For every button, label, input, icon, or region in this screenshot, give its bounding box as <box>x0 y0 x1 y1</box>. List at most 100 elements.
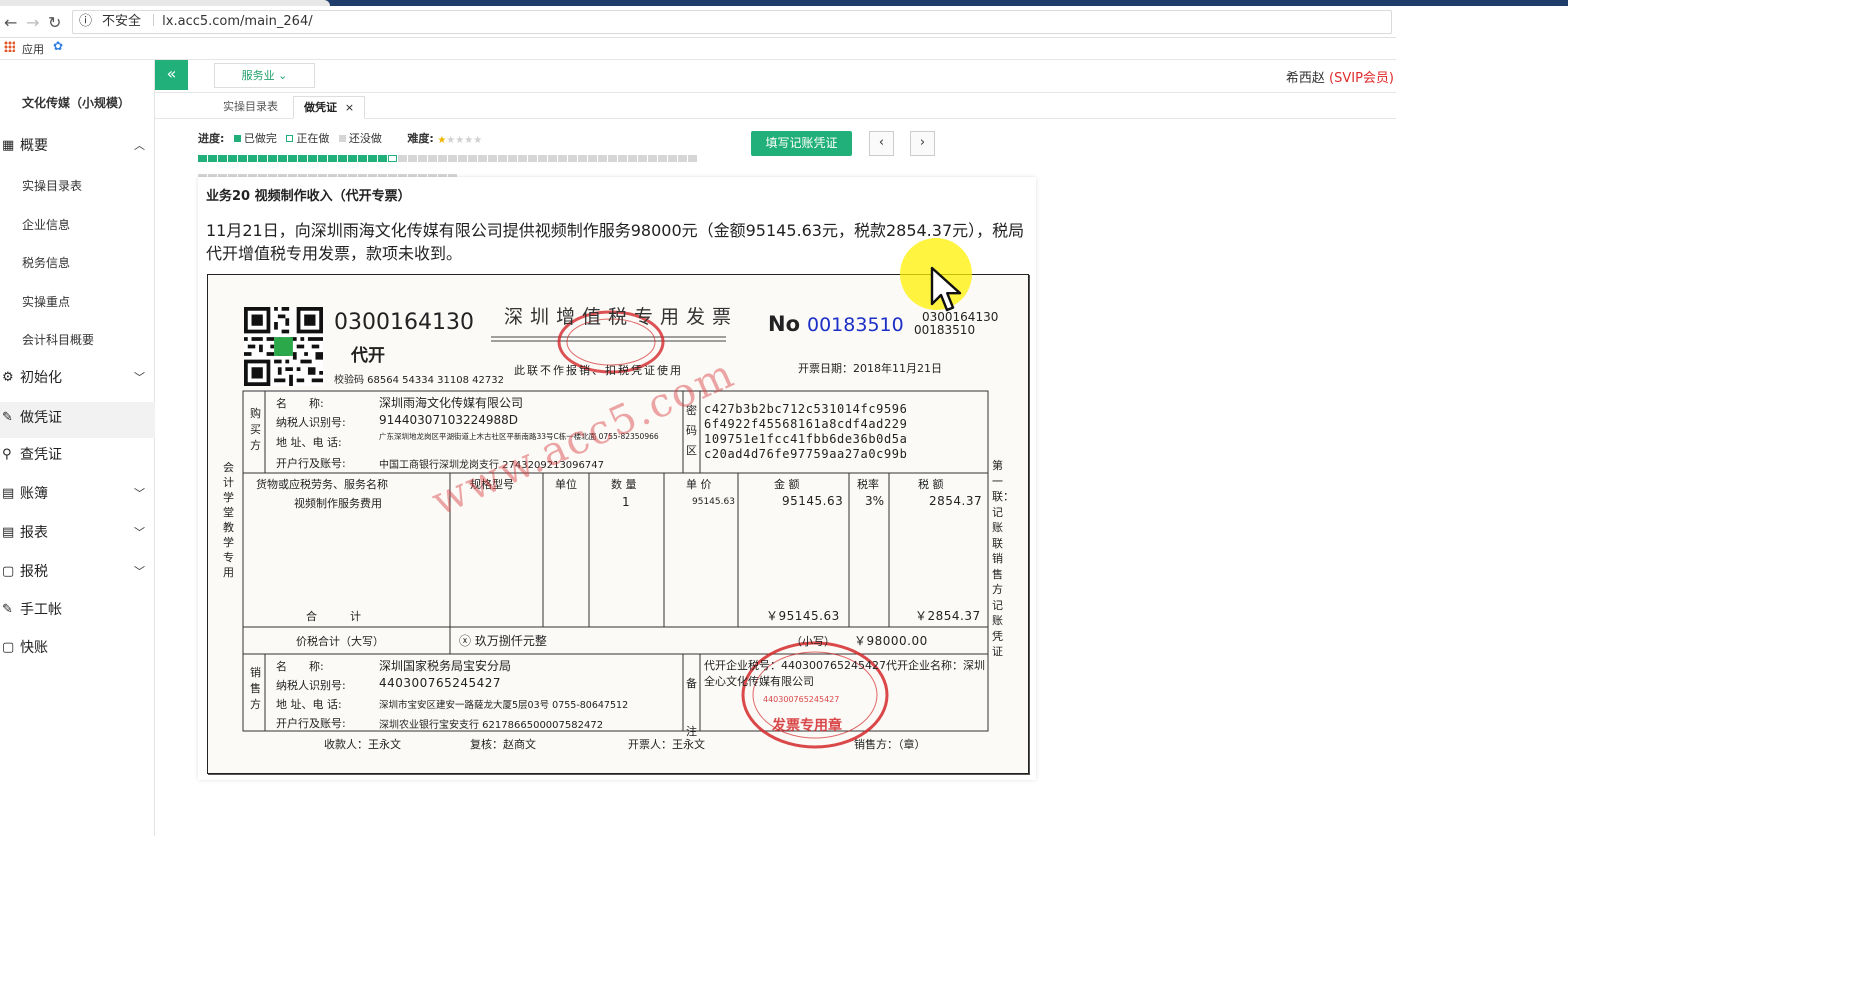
progress-segment[interactable] <box>418 155 427 162</box>
progress-segment[interactable] <box>348 155 357 162</box>
progress-segment[interactable] <box>648 155 657 162</box>
nav-group-reports[interactable]: ▤ 报表 ﹀ <box>0 518 155 548</box>
progress-segment[interactable] <box>488 155 497 162</box>
progress-segment[interactable] <box>658 155 667 162</box>
progress-segment[interactable] <box>678 155 687 162</box>
progress-segment[interactable] <box>498 155 507 162</box>
progress-segment[interactable] <box>198 155 207 162</box>
progress-segment[interactable] <box>308 155 317 162</box>
seller-name-label: 名 称: <box>276 660 324 673</box>
progress-segment[interactable] <box>328 155 337 162</box>
sidebar-item-accounts[interactable]: 会计科目概要 <box>22 331 94 348</box>
progress-segment[interactable] <box>458 155 467 162</box>
cipher-line: c427b3b2bc712c531014fc9596 <box>704 402 908 416</box>
nav-label: 概要 <box>20 138 48 154</box>
progress-segment[interactable] <box>358 155 367 162</box>
invoice-title: 深圳增值税专用发票 <box>504 306 739 328</box>
sidebar-item-company-info[interactable]: 企业信息 <box>22 216 70 233</box>
progress-segment[interactable] <box>538 155 547 162</box>
progress-segment[interactable] <box>688 155 697 162</box>
url-text: lx.acc5.com/main_264/ <box>162 14 313 29</box>
chevron-down-icon: ﹀ <box>134 565 145 578</box>
back-icon[interactable]: ← <box>4 13 17 32</box>
url-field[interactable]: ⓘ 不安全 lx.acc5.com/main_264/ <box>72 10 1392 34</box>
progress-segment[interactable] <box>588 155 597 162</box>
progress-segment[interactable] <box>638 155 647 162</box>
progress-segment[interactable] <box>558 155 567 162</box>
seller-section-label: 销售方 <box>250 666 261 711</box>
next-button[interactable]: › <box>910 131 935 156</box>
progress-segment[interactable] <box>548 155 557 162</box>
nav-group-overview[interactable]: ▦ 概要 ︿ <box>0 131 155 161</box>
user-info[interactable]: 希西赵 (SVIP会员) <box>1286 67 1394 86</box>
buyer-name-label: 名 称: <box>276 397 324 410</box>
tab-catalog[interactable]: 实操目录表 <box>213 96 288 119</box>
forward-icon[interactable]: → <box>26 13 39 32</box>
progress-segment[interactable] <box>268 155 277 162</box>
daikai-label: 代开 <box>351 346 385 366</box>
star-icon: ★ <box>464 135 474 146</box>
item-name: 视频制作服务费用 <box>294 497 382 510</box>
tab-make-voucher[interactable]: 做凭证 × <box>293 96 366 119</box>
progress-segment[interactable] <box>278 155 287 162</box>
progress-segment[interactable] <box>428 155 437 162</box>
nav-group-ledger[interactable]: ▤ 账簿 ﹀ <box>0 479 155 509</box>
collapse-sidebar-button[interactable]: « <box>155 60 188 90</box>
progress-segment[interactable] <box>528 155 537 162</box>
buyer-address-label: 地 址、电 话: <box>276 436 342 449</box>
star-icon: ★ <box>473 135 483 146</box>
progress-segment[interactable] <box>338 155 347 162</box>
sidebar-item-catalog[interactable]: 实操目录表 <box>22 177 82 194</box>
prev-button[interactable]: ‹ <box>869 131 894 156</box>
progress-segment[interactable] <box>298 155 307 162</box>
fill-voucher-button[interactable]: 填写记账凭证 <box>751 131 852 156</box>
progress-segment[interactable] <box>518 155 527 162</box>
document-icon: ▢ <box>2 564 15 579</box>
progress-segment[interactable] <box>248 155 257 162</box>
progress-segment[interactable] <box>448 155 457 162</box>
tab-label: 做凭证 <box>304 101 337 114</box>
nav-group-tax-filing[interactable]: ▢ 报税 ﹀ <box>0 557 155 587</box>
nav-group-init[interactable]: ⚙ 初始化 ﹀ <box>0 363 155 393</box>
progress-segment[interactable] <box>208 155 217 162</box>
progress-segment[interactable] <box>478 155 487 162</box>
grand-small-label: （小写） <box>791 635 835 648</box>
progress-segment[interactable] <box>228 155 237 162</box>
reload-icon[interactable]: ↻ <box>48 13 61 32</box>
nav-group-manual-ledger[interactable]: ✎ 手工帐 <box>0 595 155 625</box>
apps-grid-icon[interactable] <box>4 41 15 52</box>
nav-group-quick-ledger[interactable]: ▢ 快账 <box>0 633 155 663</box>
progress-segment[interactable] <box>398 155 407 162</box>
progress-segment[interactable] <box>288 155 297 162</box>
progress-segment[interactable] <box>218 155 227 162</box>
progress-segment[interactable] <box>318 155 327 162</box>
industry-dropdown[interactable]: 服务业 ⌄ <box>214 63 315 88</box>
progress-segment[interactable] <box>258 155 267 162</box>
progress-segment[interactable] <box>628 155 637 162</box>
progress-segment[interactable] <box>368 155 377 162</box>
star-icon: ★ <box>455 135 465 146</box>
close-icon[interactable]: × <box>345 101 354 114</box>
progress-segment[interactable] <box>508 155 517 162</box>
progress-segment[interactable] <box>388 155 397 162</box>
progress-segment[interactable] <box>598 155 607 162</box>
baidu-paw-icon[interactable]: ✿ <box>53 39 63 53</box>
progress-segment[interactable] <box>408 155 417 162</box>
progress-segment[interactable] <box>568 155 577 162</box>
star-icon: ★ <box>437 135 447 146</box>
progress-segment[interactable] <box>578 155 587 162</box>
sidebar-item-tax-info[interactable]: 税务信息 <box>22 254 70 271</box>
nav-group-view-voucher[interactable]: ⚲ 查凭证 <box>0 440 155 470</box>
item-amount: 95145.63 <box>782 494 844 508</box>
progress-segment[interactable] <box>618 155 627 162</box>
progress-segment[interactable] <box>468 155 477 162</box>
sidebar-item-key-points[interactable]: 实操重点 <box>22 293 70 310</box>
progress-segment[interactable] <box>378 155 387 162</box>
apps-bookmark[interactable]: 应用 <box>22 41 44 57</box>
progress-segment[interactable] <box>608 155 617 162</box>
progress-segment[interactable] <box>238 155 247 162</box>
col-rate: 税率 <box>857 478 879 491</box>
progress-segment[interactable] <box>438 155 447 162</box>
progress-segment[interactable] <box>668 155 677 162</box>
nav-group-make-voucher[interactable]: ✎ 做凭证 <box>0 402 155 438</box>
